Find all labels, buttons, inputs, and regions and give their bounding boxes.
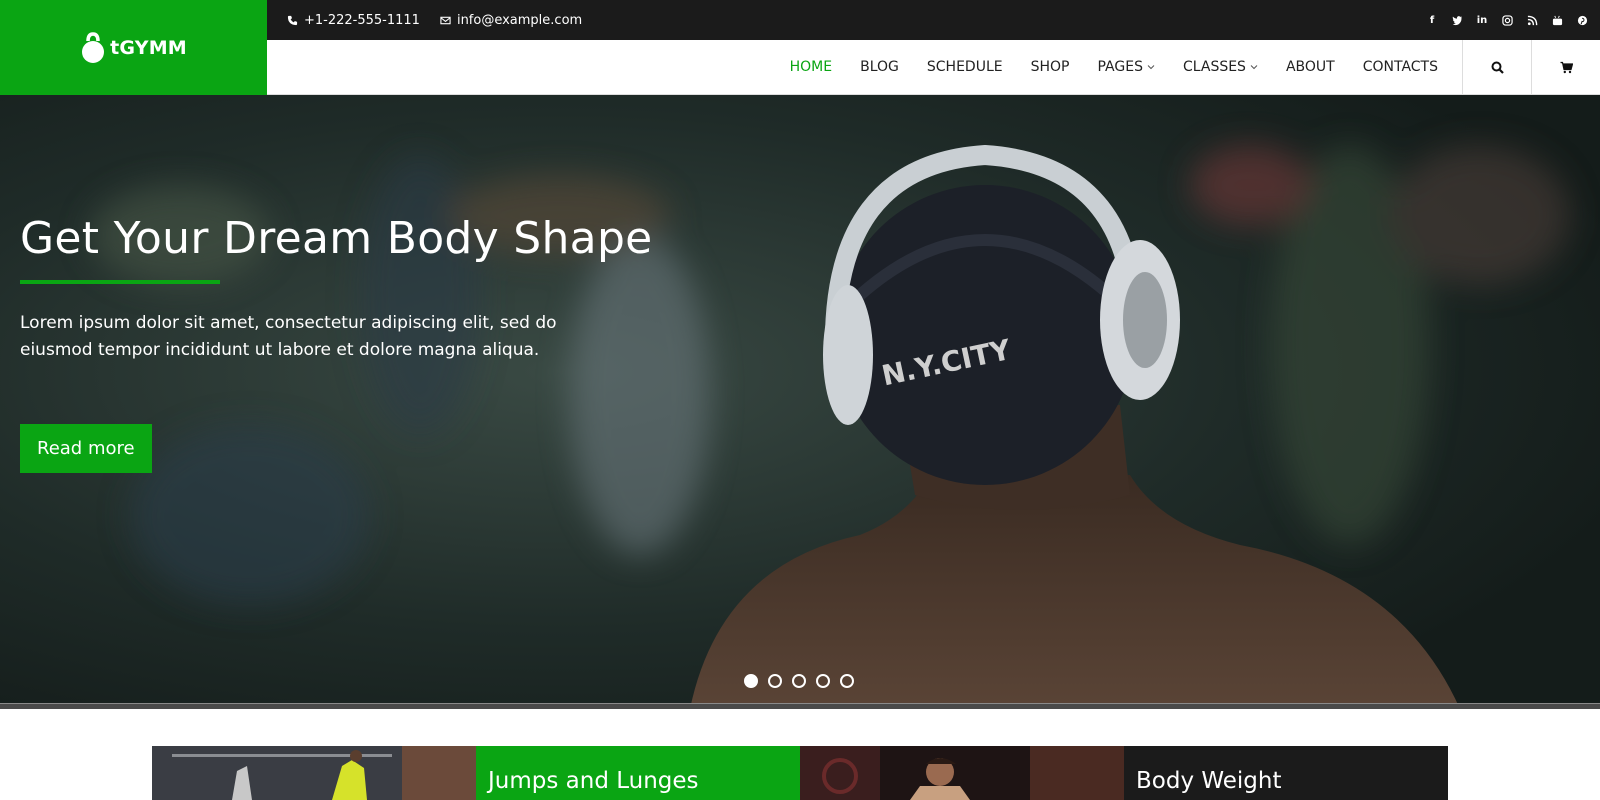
- email-contact[interactable]: info@example.com: [440, 13, 582, 28]
- slider-dot[interactable]: [792, 674, 806, 688]
- nav-item-pages[interactable]: PAGES: [1098, 59, 1155, 75]
- gym-photo: [800, 746, 1124, 800]
- nav-item-schedule[interactable]: SCHEDULE: [927, 59, 1003, 75]
- cart-button[interactable]: [1531, 40, 1600, 94]
- nav-menu: HOME BLOG SCHEDULE SHOP PAGES CLASSES AB…: [790, 40, 1462, 94]
- class-image-bodyweight[interactable]: [800, 746, 1124, 800]
- youtube-icon[interactable]: [1551, 14, 1563, 26]
- linkedin-icon[interactable]: in: [1476, 14, 1488, 26]
- nav-item-classes[interactable]: CLASSES: [1183, 59, 1258, 75]
- hero-content: Get Your Dream Body Shape Lorem ipsum do…: [20, 213, 653, 473]
- nav-item-about[interactable]: ABOUT: [1286, 59, 1335, 75]
- pinterest-icon[interactable]: [1576, 14, 1588, 26]
- phone-number: +1-222-555-1111: [304, 12, 420, 28]
- slider-dot[interactable]: [840, 674, 854, 688]
- logo[interactable]: tGYMM: [0, 0, 267, 95]
- hero-title-underline: [20, 280, 220, 284]
- nav-item-shop[interactable]: SHOP: [1031, 59, 1070, 75]
- phone-icon: [287, 15, 298, 25]
- twitter-icon[interactable]: [1451, 14, 1463, 26]
- class-title-jumps[interactable]: Jumps and Lunges: [476, 746, 800, 800]
- hero-title: Get Your Dream Body Shape: [20, 213, 653, 264]
- cart-icon: [1560, 61, 1573, 73]
- kettlebell-icon: [82, 31, 105, 63]
- hero-bottom-border: [0, 703, 1600, 709]
- slider-dot[interactable]: [768, 674, 782, 688]
- classes-strip: Jumps and Lunges Body Weight: [152, 746, 1448, 800]
- envelope-icon: [440, 16, 451, 24]
- gym-photo: [152, 746, 476, 800]
- rss-icon[interactable]: [1526, 14, 1538, 26]
- nav-item-home[interactable]: HOME: [790, 59, 832, 75]
- hero-text: Lorem ipsum dolor sit amet, consectetur …: [20, 313, 557, 360]
- class-image-jumps[interactable]: [152, 746, 476, 800]
- social-links: f in: [1426, 14, 1588, 26]
- slider-pagination: [744, 674, 854, 688]
- nav-item-blog[interactable]: BLOG: [860, 59, 899, 75]
- phone-contact[interactable]: +1-222-555-1111: [287, 13, 420, 28]
- chevron-down-icon: [1250, 65, 1258, 70]
- chevron-down-icon: [1147, 65, 1155, 70]
- top-bar: +1-222-555-1111 info@example.com f in: [267, 0, 1600, 40]
- hero-slider: N.Y.CITY Get Your Dream Body Shape Lorem…: [0, 95, 1600, 709]
- nav-item-contacts[interactable]: CONTACTS: [1363, 59, 1438, 75]
- brand-name: tGYMM: [110, 36, 187, 59]
- slider-dot[interactable]: [744, 674, 758, 688]
- slider-dot[interactable]: [816, 674, 830, 688]
- search-button[interactable]: [1462, 40, 1531, 94]
- main-nav: HOME BLOG SCHEDULE SHOP PAGES CLASSES AB…: [267, 40, 1600, 95]
- instagram-icon[interactable]: [1501, 14, 1513, 26]
- contact-info: +1-222-555-1111 info@example.com: [287, 13, 582, 28]
- email-address: info@example.com: [456, 12, 583, 28]
- read-more-button[interactable]: Read more: [20, 424, 152, 473]
- class-title-bodyweight[interactable]: Body Weight: [1124, 746, 1448, 800]
- facebook-icon[interactable]: f: [1426, 14, 1438, 26]
- search-icon: [1491, 61, 1504, 74]
